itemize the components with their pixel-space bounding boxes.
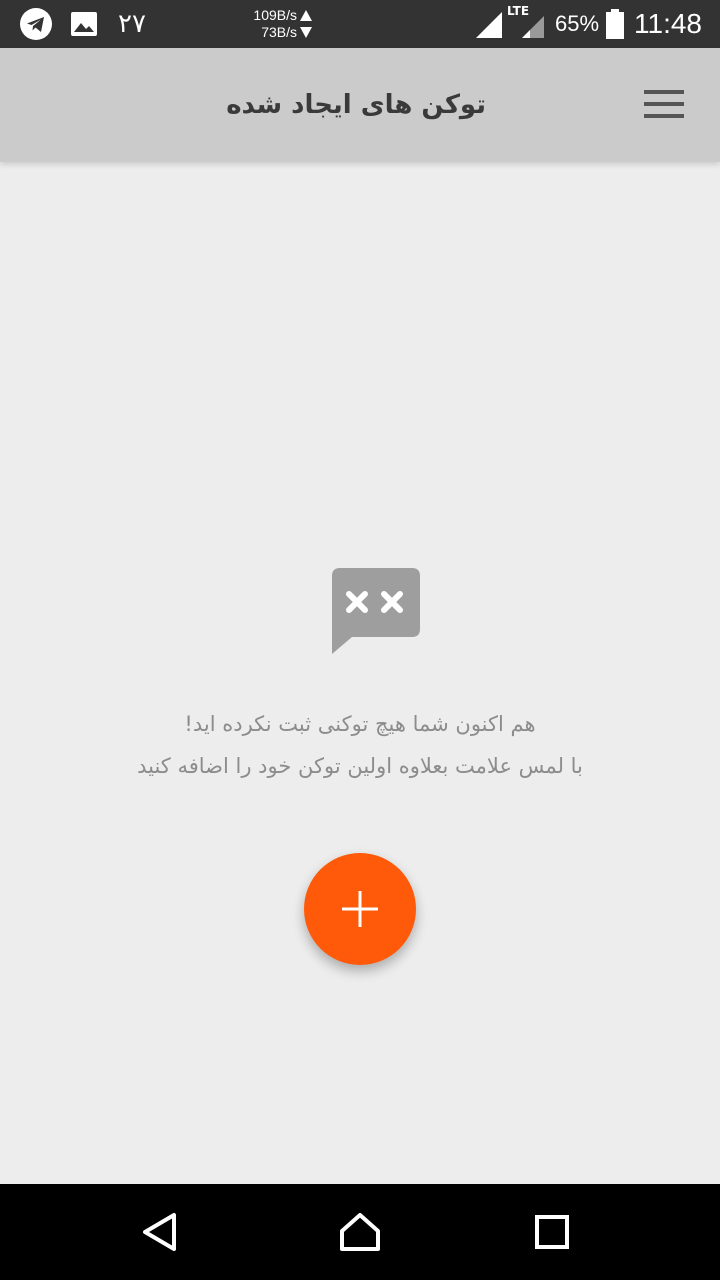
- download-speed: 73B/s: [261, 24, 297, 40]
- notification-count: ۲۷: [118, 9, 146, 39]
- telegram-icon: [20, 0, 52, 48]
- menu-button[interactable]: [636, 78, 692, 130]
- clock: 11:48: [634, 8, 702, 39]
- battery-icon: [606, 0, 624, 48]
- download-arrow-icon: [300, 27, 312, 38]
- home-button[interactable]: [312, 1184, 408, 1280]
- app-bar: توکن های ایجاد شده: [0, 48, 720, 162]
- upload-speed: 109B/s: [253, 7, 297, 23]
- plus-icon: [342, 891, 378, 927]
- back-button[interactable]: [112, 1184, 208, 1280]
- recents-icon: [535, 1215, 569, 1249]
- back-icon: [143, 1213, 176, 1251]
- empty-chat-icon: [332, 568, 420, 660]
- recents-button[interactable]: [504, 1184, 600, 1280]
- empty-state-message: هم اکنون شما هیچ توکنی ثبت نکرده اید!: [184, 712, 536, 736]
- empty-state-hint: با لمس علامت بعلاوه اولین توکن خود را اض…: [137, 754, 583, 778]
- network-speed: 109B/s 73B/s: [228, 0, 312, 48]
- page-title: توکن های ایجاد شده: [226, 90, 486, 120]
- add-token-button[interactable]: [304, 853, 416, 965]
- hamburger-menu-icon: [644, 90, 684, 118]
- navigation-bar: [0, 1184, 720, 1280]
- signal-icon: [474, 0, 504, 48]
- signal-secondary-icon: [518, 0, 546, 48]
- gallery-icon: [70, 0, 98, 48]
- upload-arrow-icon: [300, 10, 312, 21]
- status-bar: ۲۷ 109B/s 73B/s LTE 65% 11:48: [0, 0, 720, 48]
- home-icon: [340, 1213, 380, 1251]
- battery-percent: 65%: [555, 11, 600, 36]
